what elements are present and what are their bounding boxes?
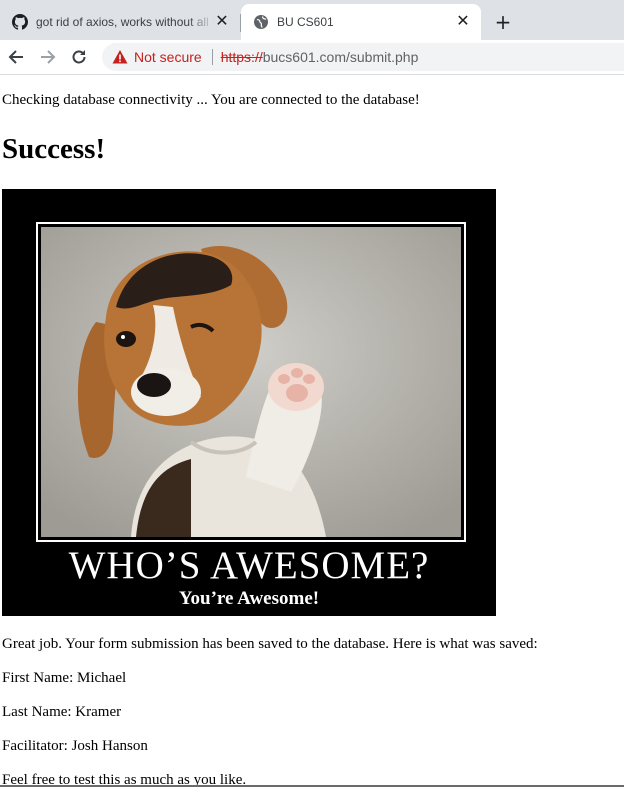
puppy-photo	[41, 227, 461, 537]
tab-title: got rid of axios, works without all that	[36, 15, 214, 29]
url-path: bucs601.com/submit.php	[262, 49, 419, 65]
awesome-poster-image: WHO’S AWESOME? You’re Awesome!	[2, 189, 496, 616]
tab-bu-cs601[interactable]: BU CS601 ✕	[241, 4, 481, 40]
reload-icon	[72, 50, 86, 64]
puppy-illustration	[41, 227, 461, 537]
close-icon[interactable]: ✕	[455, 14, 471, 30]
db-status-text: Checking database connectivity ... You a…	[2, 92, 420, 108]
facilitator-text: Facilitator: Josh Hanson	[2, 738, 148, 754]
tab-strip: got rid of axios, works without all that…	[0, 0, 624, 40]
arrow-left-icon	[8, 50, 23, 64]
arrow-right-icon	[41, 50, 56, 64]
github-icon	[12, 14, 28, 30]
address-bar[interactable]: Not secure https:// bucs601.com/submit.p…	[102, 43, 624, 71]
poster-photo-frame	[36, 222, 466, 542]
back-button[interactable]	[4, 45, 28, 69]
tab-title: BU CS601	[277, 15, 334, 29]
not-secure-label[interactable]: Not secure	[134, 49, 202, 65]
tab-github[interactable]: got rid of axios, works without all that…	[0, 4, 240, 40]
browser-toolbar: Not secure https:// bucs601.com/submit.p…	[0, 40, 624, 75]
plus-icon: +	[494, 10, 512, 34]
globe-icon	[254, 15, 268, 29]
last-name-text: Last Name: Kramer	[2, 704, 122, 720]
url-scheme: https://	[220, 49, 263, 65]
poster-title: WHO’S AWESOME?	[68, 544, 430, 587]
page-title: Success!	[2, 133, 106, 165]
first-name-text: First Name: Michael	[2, 670, 127, 686]
warning-icon[interactable]	[112, 49, 128, 65]
reload-button[interactable]	[67, 45, 91, 69]
new-tab-button[interactable]: +	[490, 9, 516, 35]
forward-button[interactable]	[36, 45, 60, 69]
omnibox-divider	[211, 49, 213, 65]
close-icon[interactable]: ✕	[214, 14, 230, 30]
saved-intro-text: Great job. Your form submission has been…	[2, 636, 538, 652]
poster-subtitle: You’re Awesome!	[178, 588, 320, 609]
